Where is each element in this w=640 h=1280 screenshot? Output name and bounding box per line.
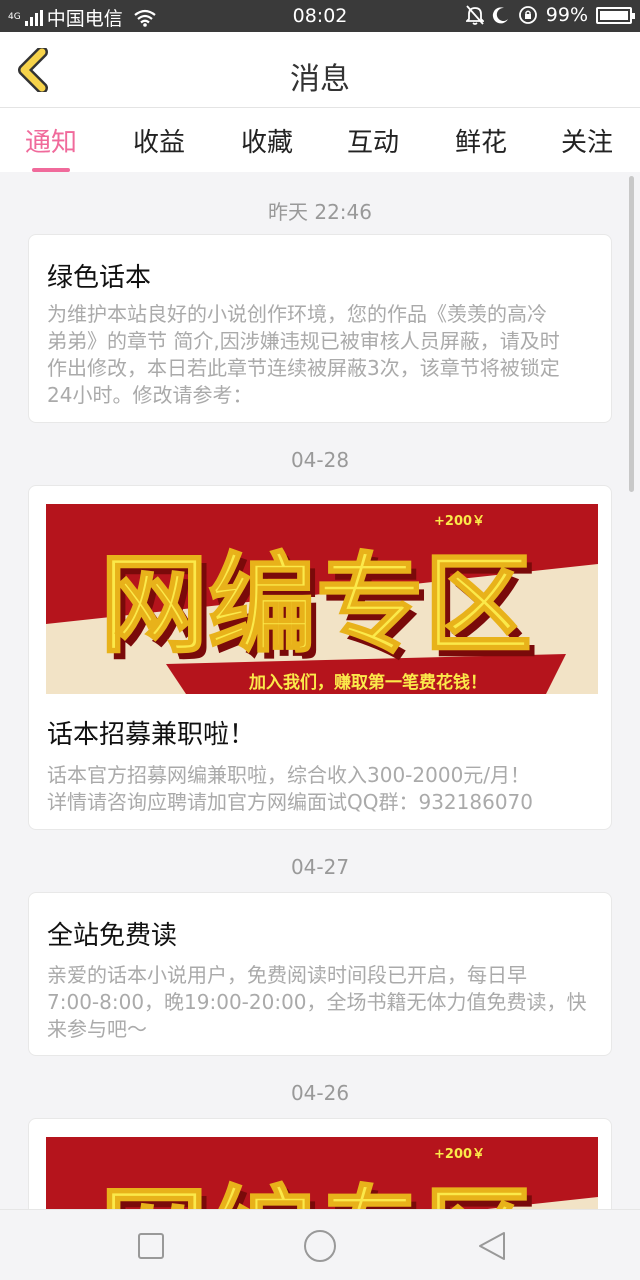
tab-label: 收藏 [240,128,293,158]
message-card[interactable]: 全站免费读 亲爱的话本小说用户，免费阅读时间段已开启，每日早 7:00-8:00… [28,892,612,1056]
message-body-line: 7:00-8:00，晚19:00-20:00，全场书籍无体力值免费读，快 [47,990,587,1014]
tab-favorites[interactable]: 收藏 [222,122,312,159]
banner-headline: 网编专区 [100,1176,532,1209]
system-nav-bar [0,1209,640,1280]
tab-label: 鲜花 [454,128,507,158]
home-circle-icon[interactable] [302,1228,338,1264]
rotation-lock-icon [518,6,537,24]
message-date: 04-26 [290,1081,350,1105]
tab-flowers[interactable]: 鲜花 [436,122,526,159]
tab-label: 关注 [560,128,613,158]
message-body-line: 详情请咨询应聘请加官方网编面试QQ群：932186070 [47,790,534,814]
message-date: 昨天 22:46 [268,200,372,224]
message-body: 为维护本站良好的小说创作环境，您的作品《羡羡的高冷 弟弟》的章节 简介,因涉嫌违… [47,301,597,409]
message-card[interactable]: 网编专区 网编专区 +200￥ [28,1118,612,1209]
battery-icon [596,6,635,24]
mute-bell-icon [465,5,484,25]
message-body-line: 弟弟》的章节 简介,因涉嫌违规已被审核人员屏蔽，请及时 [47,329,560,353]
tab-label: 收益 [132,128,185,158]
message-list[interactable]: 昨天 22:46 绿色话本 为维护本站良好的小说创作环境，您的作品《羡羡的高冷 … [0,172,640,1209]
battery-level [600,10,628,20]
page-title: 消息 [290,62,350,97]
message-body: 话本官方招募网编兼职啦，综合收入300-2000元/月！ 详情请咨询应聘请加官方… [47,762,597,816]
message-body-line: 作出修改，本日若此章节连续被屏蔽3次，该章节将被锁定 [47,356,560,380]
banner-slogan: 加入我们，赚取第一笔费花钱！ [248,672,487,693]
tab-label: 通知 [24,128,77,158]
tab-interactions[interactable]: 互动 [328,122,418,159]
message-body: 亲爱的话本小说用户，免费阅读时间段已开启，每日早 7:00-8:00，晚19:0… [47,962,597,1043]
banner-tag: +200￥ [434,514,485,529]
promo-banner: 网编专区 网编专区 +200￥ 加入我们，赚取第一笔费花钱！ [46,504,598,694]
status-bar: 4G 中国电信 08:02 99% [0,0,640,32]
message-title: 绿色话本 [47,263,152,293]
message-body-line: 亲爱的话本小说用户，免费阅读时间段已开启，每日早 [47,963,527,987]
message-date: 04-28 [290,448,350,472]
recents-square-icon[interactable] [137,1232,165,1260]
app-header: 消息 [0,32,640,108]
message-body-line: 话本官方招募网编兼职啦，综合收入300-2000元/月！ [47,763,531,787]
message-card[interactable]: 绿色话本 为维护本站良好的小说创作环境，您的作品《羡羡的高冷 弟弟》的章节 简介… [28,234,612,423]
tab-notifications[interactable]: 通知 [6,122,96,172]
status-right: 99% [465,4,635,26]
message-body-line: 为维护本站良好的小说创作环境，您的作品《羡羡的高冷 [47,302,547,326]
promo-banner: 网编专区 网编专区 +200￥ [46,1137,598,1209]
banner-headline: 网编专区 [100,543,532,668]
moon-icon [492,7,508,24]
message-body-line: 24小时。修改请参考： [47,383,253,407]
message-date: 04-27 [290,855,350,879]
tab-earnings[interactable]: 收益 [114,122,204,159]
tab-bar: 通知 收益 收藏 互动 鲜花 关注 [0,108,640,172]
tab-following[interactable]: 关注 [542,122,632,159]
banner-tag: +200￥ [434,1147,485,1162]
message-body-line: 来参与吧～ [47,1017,147,1041]
message-title: 话本招募兼职啦！ [47,720,256,750]
battery-percent: 99% [545,4,588,26]
message-card[interactable]: 网编专区 网编专区 +200￥ 加入我们，赚取第一笔费花钱！ 话本招募兼职啦！ … [28,485,612,830]
back-triangle-icon[interactable] [476,1230,508,1262]
tab-label: 互动 [346,128,399,158]
message-title: 全站免费读 [47,921,178,951]
